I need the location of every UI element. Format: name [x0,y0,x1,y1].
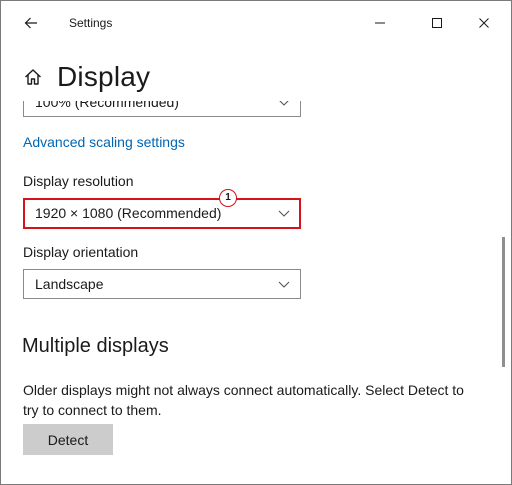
maximize-button[interactable] [415,9,459,37]
maximize-icon [432,18,442,28]
close-icon [479,18,489,28]
multiple-displays-heading: Multiple displays [22,335,169,357]
back-button[interactable] [15,10,47,36]
display-resolution-label: Display resolution [23,173,134,189]
scrollbar-thumb[interactable] [502,237,505,367]
multiple-displays-description: Older displays might not always connect … [23,382,464,418]
step-callout-badge: 1 [219,189,237,207]
page-title: Display [57,61,151,92]
orientation-dropdown[interactable]: Landscape [23,269,301,299]
chevron-down-icon [278,281,290,288]
title-bar: Settings [1,1,511,45]
display-orientation-label: Display orientation [23,244,139,260]
page-header: Display [1,45,511,101]
app-title: Settings [69,16,113,30]
settings-window: Settings Display 100% (Recommended) Adva… [0,0,512,485]
chevron-down-icon [279,101,289,106]
scale-value: 100% (Recommended) [35,101,179,110]
home-icon[interactable] [23,67,43,87]
scale-dropdown[interactable]: 100% (Recommended) [23,101,301,117]
resolution-value: 1920 × 1080 (Recommended) [35,205,222,221]
minimize-button[interactable] [358,9,402,37]
back-arrow-icon [24,17,37,29]
chevron-down-icon [278,210,290,217]
minimize-icon [375,22,385,24]
advanced-scaling-link[interactable]: Advanced scaling settings [23,134,185,150]
orientation-value: Landscape [35,276,104,292]
close-button[interactable] [462,9,506,37]
resolution-dropdown[interactable]: 1920 × 1080 (Recommended) [23,198,301,229]
detect-button[interactable]: Detect [23,424,113,455]
settings-content: 100% (Recommended) Advanced scaling sett… [1,101,497,484]
